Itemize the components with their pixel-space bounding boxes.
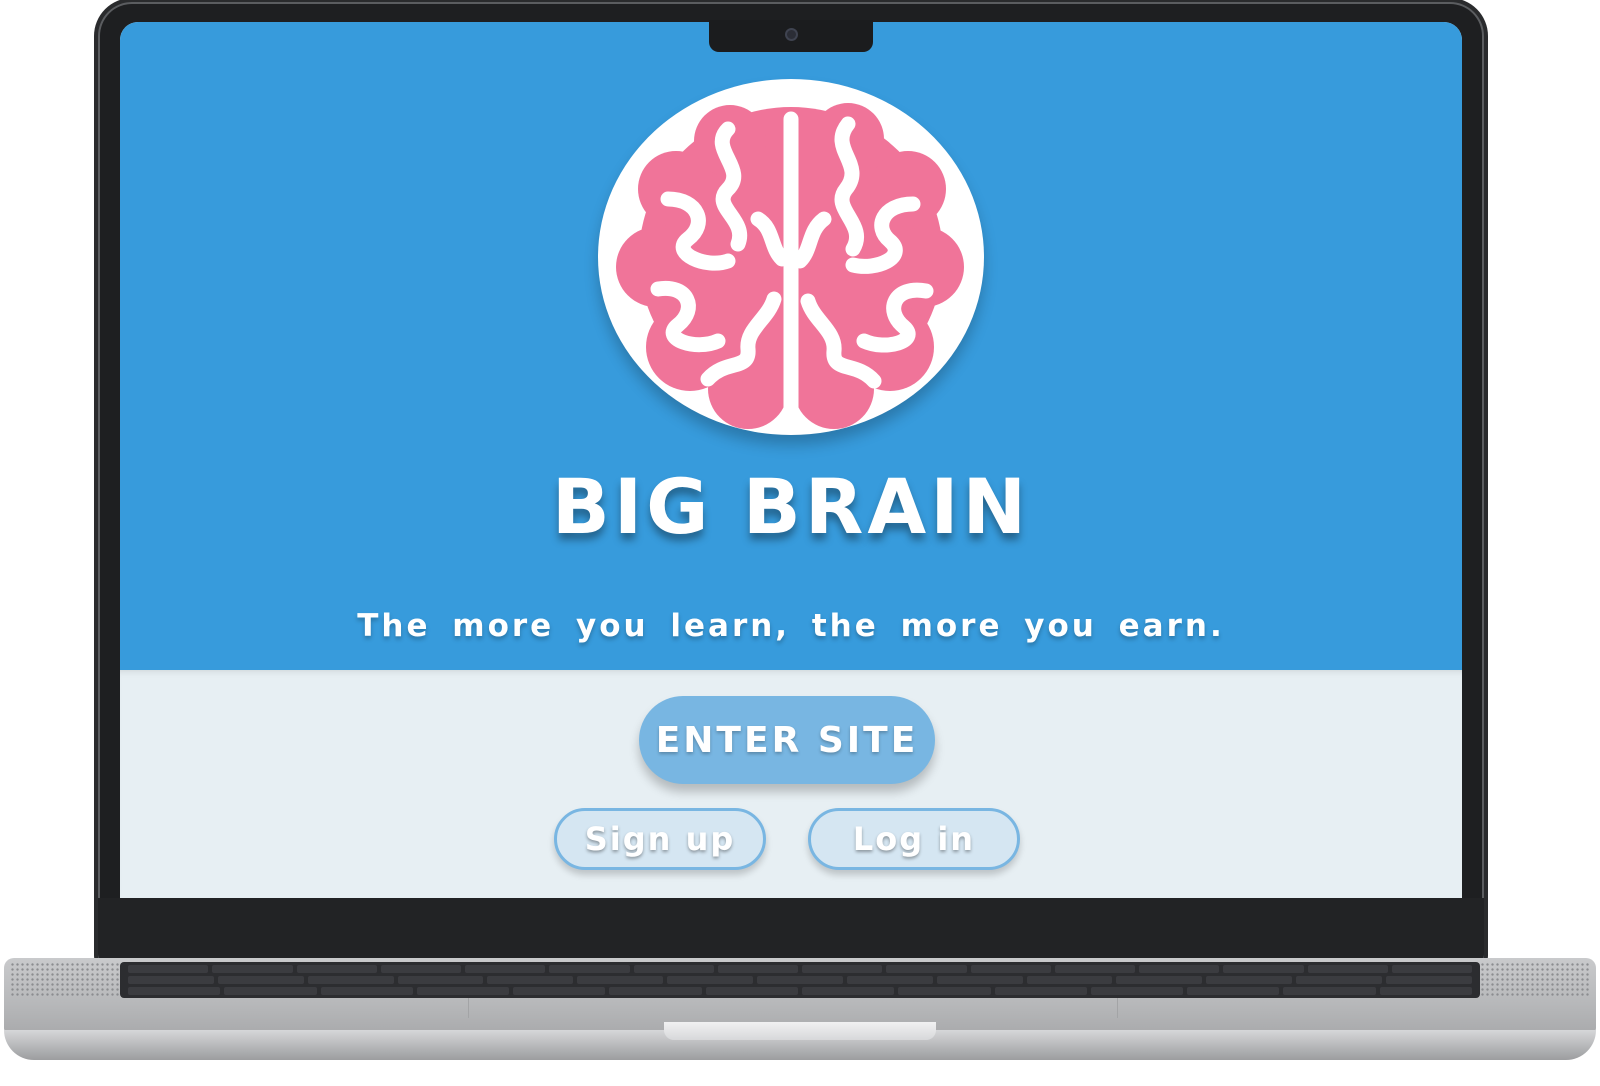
speaker-grille-left — [10, 962, 120, 998]
laptop-hinge — [98, 898, 1484, 962]
speaker-grille-right — [1480, 962, 1590, 998]
lid-opening-notch — [664, 1022, 936, 1040]
camera-notch — [709, 20, 873, 52]
site-tagline: The more you learn, the more you earn. — [357, 608, 1225, 644]
laptop-screen: BIG BRAIN The more you learn, the more y… — [120, 22, 1462, 898]
keyboard — [120, 962, 1480, 998]
sign-up-button[interactable]: Sign up — [554, 808, 766, 870]
enter-site-button[interactable]: ENTER SITE — [639, 696, 935, 784]
logo — [598, 79, 984, 435]
trackpad — [468, 998, 1118, 1018]
camera-icon — [785, 28, 798, 41]
hero-banner: BIG BRAIN The more you learn, the more y… — [120, 22, 1462, 670]
brain-icon — [616, 103, 964, 429]
log-in-button[interactable]: Log in — [808, 808, 1020, 870]
action-panel: ENTER SITE Sign up Log in — [120, 670, 1462, 898]
site-title: BIG BRAIN — [551, 462, 1031, 551]
